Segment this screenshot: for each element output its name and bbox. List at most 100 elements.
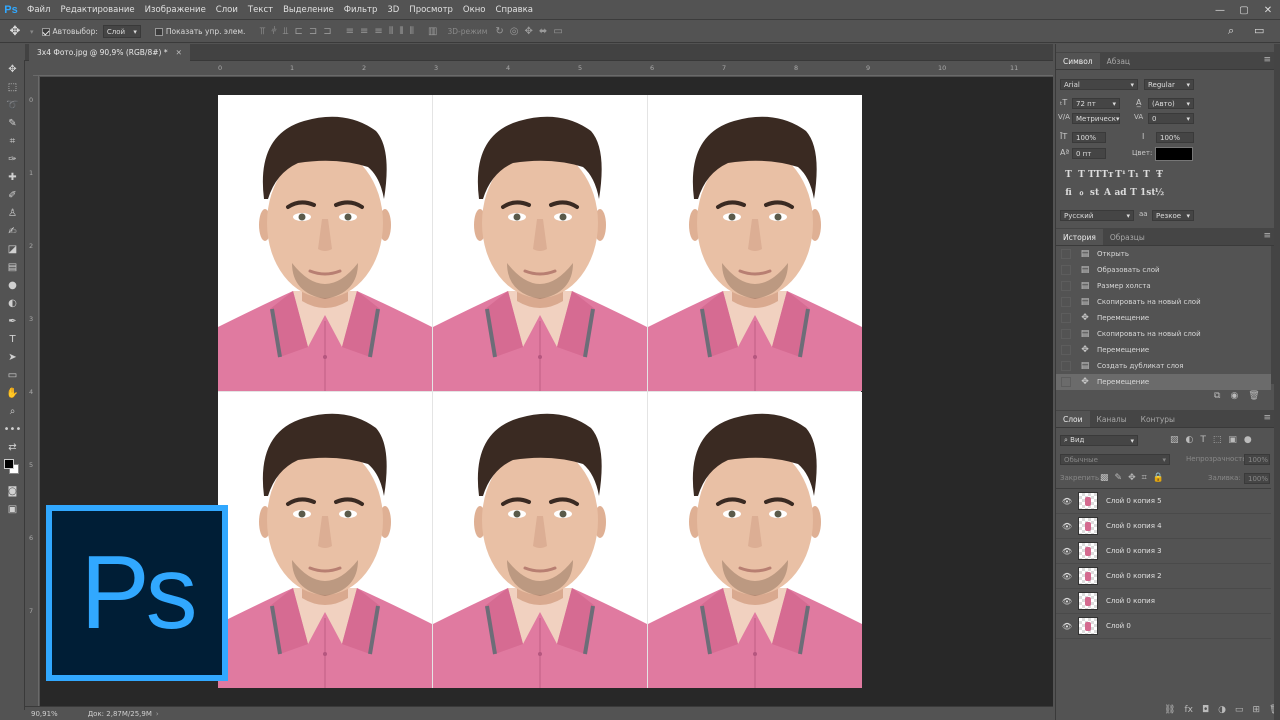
align-vcenter-icon[interactable]: ⫩ <box>271 26 277 37</box>
shape-icon[interactable]: ▭ <box>0 366 25 384</box>
pen-icon[interactable]: ✒ <box>0 312 25 330</box>
new-group-icon[interactable]: ▭ <box>1235 705 1244 715</box>
3d-camera-icon[interactable]: ▭ <box>553 26 562 37</box>
3d-rotate-icon[interactable]: ↻ <box>495 26 503 37</box>
layer-row[interactable]: 👁 Слой 0 копия 3 <box>1056 539 1271 564</box>
zoom-level[interactable]: 90,91% <box>31 710 58 718</box>
tab-swatches[interactable]: Образцы <box>1103 229 1152 245</box>
new-layer-icon[interactable]: ⊞ <box>1252 705 1260 715</box>
link-layers-icon[interactable]: ⛓ <box>1164 705 1175 715</box>
history-item[interactable]: ▤ Скопировать на новый слой <box>1056 294 1271 310</box>
history-brush-source[interactable] <box>1061 249 1071 259</box>
menu-item[interactable]: Редактирование <box>55 5 139 15</box>
menu-item[interactable]: Текст <box>243 5 278 15</box>
type-style-button[interactable]: TT <box>1088 170 1101 180</box>
type-style-button[interactable]: Ŧ <box>1153 170 1166 180</box>
font-size-field[interactable]: 72 пт ▾ <box>1072 98 1120 109</box>
history-brush-source[interactable] <box>1061 281 1071 291</box>
eye-icon[interactable]: 👁 <box>1060 547 1074 556</box>
zoom-icon[interactable]: ⌕ <box>0 402 25 420</box>
history-brush-source[interactable] <box>1061 265 1071 275</box>
3d-roll-icon[interactable]: ◎ <box>510 26 519 37</box>
document-tab[interactable]: 3x4 Фото.jpg @ 90,9% (RGB/8#) * ✕ <box>29 44 190 61</box>
history-item[interactable]: ▤ Открыть <box>1056 246 1271 262</box>
font-family-select[interactable]: Arial ▾ <box>1060 79 1138 90</box>
distribute-bottom-icon[interactable]: ≡ <box>374 26 382 37</box>
vertical-scale-field[interactable]: 100% <box>1072 132 1106 143</box>
type-style-button[interactable]: T <box>1062 170 1075 180</box>
opacity-field[interactable]: 100% <box>1244 454 1270 465</box>
quick-select-icon[interactable]: ✎ <box>0 114 25 132</box>
menu-item[interactable]: Выделение <box>278 5 339 15</box>
lock-move-icon[interactable]: ✥ <box>1128 473 1136 483</box>
fill-field[interactable]: 100% <box>1244 473 1270 484</box>
align-right-icon[interactable]: ⊐ <box>323 26 331 37</box>
history-item[interactable]: ▤ Создать дубликат слоя <box>1056 358 1271 374</box>
healing-icon[interactable]: ✚ <box>0 168 25 186</box>
layer-filter-select[interactable]: ⌕ Вид ▾ <box>1060 435 1138 446</box>
menu-item[interactable]: Окно <box>458 5 491 15</box>
panel-menu-icon[interactable]: ≡ <box>1263 231 1271 241</box>
type-style-button[interactable]: Tт <box>1101 170 1114 180</box>
history-brush-source[interactable] <box>1061 297 1071 307</box>
history-brush-icon[interactable]: ✍ <box>0 222 25 240</box>
tab-paths[interactable]: Контуры <box>1134 411 1182 427</box>
history-item[interactable]: ▤ Размер холста <box>1056 278 1271 294</box>
eraser-icon[interactable]: ◪ <box>0 240 25 258</box>
lock-artboard-icon[interactable]: ⌗ <box>1142 473 1147 483</box>
distribute-left-icon[interactable]: ⦀ <box>389 26 393 37</box>
layer-name[interactable]: Слой 0 копия <box>1106 597 1155 605</box>
more-tools-icon[interactable]: ••• <box>0 420 25 438</box>
status-menu-icon[interactable]: › <box>156 710 159 718</box>
distribute-vcenter-icon[interactable]: ≡ <box>360 26 368 37</box>
autoselect-dropdown[interactable]: Слой ▾ <box>102 25 141 38</box>
new-document-from-state-icon[interactable]: ⧉ <box>1214 391 1220 401</box>
3d-slide-icon[interactable]: ⬌ <box>539 26 547 37</box>
history-item[interactable]: ▤ Образовать слой <box>1056 262 1271 278</box>
color-swatches[interactable] <box>0 456 25 478</box>
type-style-button[interactable]: T <box>1140 170 1153 180</box>
crop-icon[interactable]: ⌗ <box>0 132 25 150</box>
close-icon[interactable]: ✕ <box>1256 0 1280 20</box>
layer-name[interactable]: Слой 0 копия 5 <box>1106 497 1162 505</box>
filter-pixel-icon[interactable]: ▨ <box>1170 435 1179 445</box>
tab-character[interactable]: Символ <box>1056 53 1100 69</box>
type-style-button[interactable]: st <box>1088 188 1101 198</box>
move-icon[interactable]: ✥ <box>0 60 25 78</box>
lock-brush-icon[interactable]: ✎ <box>1115 473 1123 483</box>
history-brush-source[interactable] <box>1061 345 1071 355</box>
eye-icon[interactable]: 👁 <box>1060 497 1074 506</box>
3d-drag-icon[interactable]: ✥ <box>525 26 533 37</box>
type-icon[interactable]: T <box>0 330 25 348</box>
blur-icon[interactable]: ● <box>0 276 25 294</box>
layer-row[interactable]: 👁 Слой 0 копия <box>1056 589 1271 614</box>
eye-icon[interactable]: 👁 <box>1060 572 1074 581</box>
screen-mode-icon[interactable]: ▣ <box>0 500 25 518</box>
kerning-field[interactable]: Метрическ ▾ <box>1072 113 1120 124</box>
menu-item[interactable]: Слои <box>211 5 243 15</box>
add-mask-icon[interactable]: ◘ <box>1202 705 1209 715</box>
leading-field[interactable]: (Авто) ▾ <box>1148 98 1194 109</box>
lasso-icon[interactable]: ➰ <box>0 96 25 114</box>
history-brush-source[interactable] <box>1061 313 1071 323</box>
type-style-button[interactable]: A <box>1101 188 1114 198</box>
tracking-field[interactable]: 0 ▾ <box>1148 113 1194 124</box>
history-item[interactable]: ✥ Перемещение <box>1056 374 1271 390</box>
maximize-icon[interactable]: ▢ <box>1232 0 1256 20</box>
layer-name[interactable]: Слой 0 копия 3 <box>1106 547 1162 555</box>
layer-name[interactable]: Слой 0 копия 2 <box>1106 572 1162 580</box>
blend-mode-select[interactable]: Обычные ▾ <box>1060 454 1170 465</box>
menu-item[interactable]: Просмотр <box>404 5 458 15</box>
distribute-right-icon[interactable]: ⦀ <box>410 26 414 37</box>
panel-menu-icon[interactable]: ≡ <box>1263 55 1271 65</box>
gradient-icon[interactable]: ▤ <box>0 258 25 276</box>
antialias-select[interactable]: Резкое ▾ <box>1152 210 1194 221</box>
type-style-button[interactable]: fi <box>1062 188 1075 198</box>
path-select-icon[interactable]: ➤ <box>0 348 25 366</box>
minimize-icon[interactable]: — <box>1208 0 1232 20</box>
close-tab-icon[interactable]: ✕ <box>176 48 182 57</box>
history-item[interactable]: ▤ Скопировать на новый слой <box>1056 326 1271 342</box>
type-style-button[interactable]: T₁ <box>1127 170 1140 180</box>
filter-toggle-icon[interactable]: ● <box>1244 435 1252 445</box>
swap-colors-icon[interactable]: ⇄ <box>0 438 25 456</box>
